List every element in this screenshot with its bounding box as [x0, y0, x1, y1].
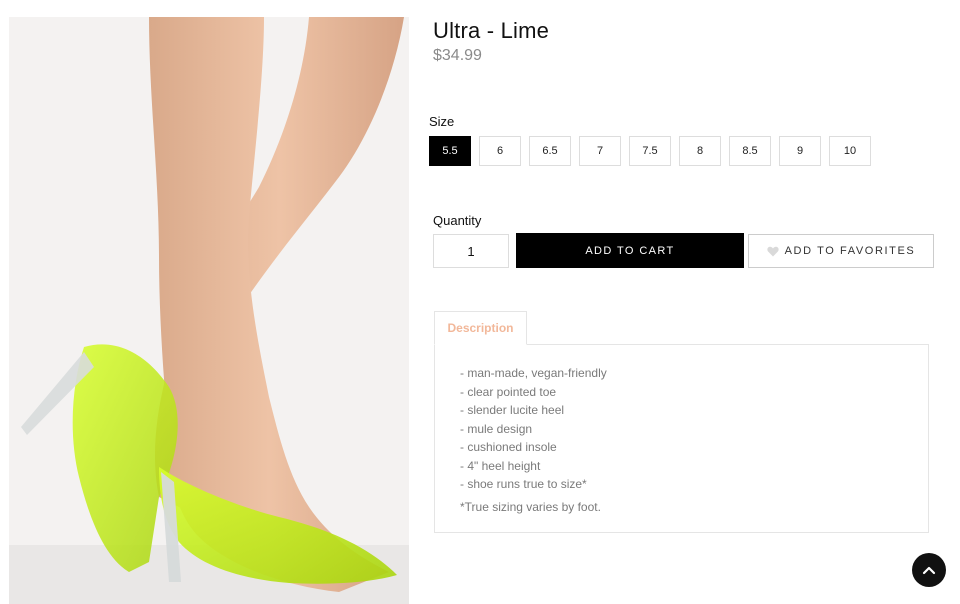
list-item: - man-made, vegan-friendly: [460, 366, 607, 380]
description-list: - man-made, vegan-friendly - clear point…: [460, 364, 607, 494]
description-panel: - man-made, vegan-friendly - clear point…: [434, 344, 929, 533]
list-item: - mule design: [460, 421, 533, 436]
size-label: Size: [429, 114, 455, 129]
list-item: - clear pointed toe: [460, 384, 557, 399]
tab-description[interactable]: Description: [434, 311, 527, 345]
quantity-input[interactable]: [433, 234, 509, 268]
chevron-up-icon: [922, 566, 936, 575]
product-price: $34.99: [433, 47, 482, 64]
back-to-top-button[interactable]: [912, 553, 946, 587]
product-image[interactable]: [9, 17, 409, 604]
add-to-cart-button[interactable]: ADD TO CART: [516, 233, 744, 268]
add-to-favorites-button[interactable]: ADD TO FAVORITES: [748, 234, 934, 268]
heart-icon: [767, 246, 779, 256]
size-option-9[interactable]: 9: [779, 136, 821, 166]
size-option-6-5[interactable]: 6.5: [529, 136, 571, 166]
size-option-8[interactable]: 8: [679, 136, 721, 166]
list-item: - slender lucite heel: [460, 403, 565, 417]
size-option-10[interactable]: 10: [829, 136, 871, 166]
size-option-7[interactable]: 7: [579, 136, 621, 166]
list-item: - cushioned insole: [460, 440, 557, 454]
add-to-favorites-label: ADD TO FAVORITES: [784, 245, 916, 257]
quantity-label: Quantity: [433, 213, 482, 228]
list-item: - shoe runs true to size*: [460, 477, 587, 491]
size-option-6[interactable]: 6: [479, 136, 521, 166]
size-option-5-5[interactable]: 5.5: [429, 136, 471, 166]
product-title: Ultra - Lime: [433, 18, 550, 43]
size-option-8-5[interactable]: 8.5: [729, 136, 771, 166]
list-item: - 4" heel height: [460, 458, 541, 473]
size-option-7-5[interactable]: 7.5: [629, 136, 671, 166]
size-options: 5.5 6 6.5 7 7.5 8 8.5 9 10: [429, 136, 871, 166]
sizing-note: *True sizing varies by foot.: [460, 500, 601, 514]
